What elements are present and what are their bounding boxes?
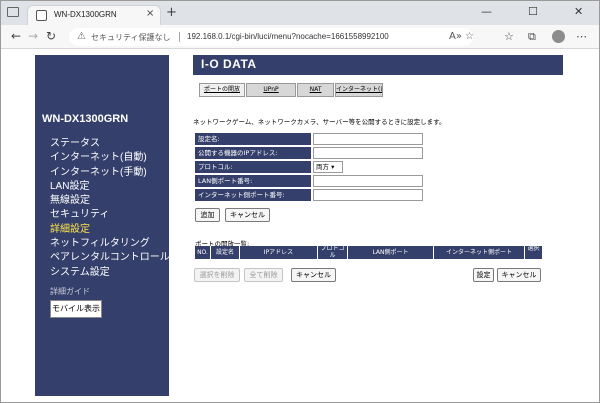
back-icon[interactable]: ← (11, 29, 21, 43)
ip-address-input[interactable] (313, 147, 423, 159)
form-row: 設定名: (195, 133, 423, 145)
model-name: WN-DX1300GRN (42, 113, 129, 125)
reload-icon[interactable]: ↻ (46, 29, 56, 43)
col-internet-port: インターネット側ポート (434, 246, 525, 259)
form-row: プロトコル: 両方 ▾ (195, 161, 423, 173)
sidebar-item-internet-manual[interactable]: インターネット(手動) (50, 166, 170, 180)
router-page: WN-DX1300GRN ステータス インターネット(自動) インターネット(手… (1, 49, 599, 402)
sidebar-item-system[interactable]: システム設定 (50, 266, 170, 280)
delete-selected-button[interactable]: 選択を削除 (194, 268, 240, 282)
url-text[interactable]: 192.168.0.1/cgi-bin/luci/menu?nocache=16… (187, 32, 389, 41)
browser-tab[interactable]: WN-DX1300GRN × (27, 5, 161, 25)
col-name: 設定名 (211, 246, 240, 259)
read-aloud-icon[interactable]: A» (449, 31, 462, 42)
sidebar-item-status[interactable]: ステータス (50, 137, 170, 151)
list-cancel-button[interactable]: キャンセル (291, 268, 336, 282)
favorite-star-icon[interactable]: ☆ (465, 31, 474, 42)
ip-address-label: 公開する機器のIPアドレス: (195, 147, 311, 159)
lan-port-label: LAN側ポート番号: (195, 175, 311, 187)
page-favicon-icon (36, 10, 47, 21)
address-row: ← → ↻ ⚠ セキュリティ保護なし 192.168.0.1/cgi-bin/l… (1, 25, 599, 49)
protocol-select[interactable]: 両方 ▾ (313, 161, 343, 173)
tab-strip: WN-DX1300GRN × + — ☐ ✕ (1, 1, 599, 25)
new-tab-icon[interactable]: + (166, 5, 177, 20)
more-menu-icon[interactable]: ⋯ (576, 30, 587, 43)
setting-name-label: 設定名: (195, 133, 311, 145)
tab-internet-auto[interactable]: インターネット(自動) (335, 83, 383, 97)
address-bar[interactable]: ⚠ セキュリティ保護なし 192.168.0.1/cgi-bin/luci/me… (69, 28, 474, 46)
sidebar-item-security[interactable]: セキュリティ (50, 208, 170, 222)
form-cancel-button[interactable]: キャンセル (225, 208, 270, 222)
apply-button[interactable]: 設定 (473, 268, 494, 282)
bottom-cancel-button[interactable]: キャンセル (497, 268, 541, 282)
sidebar-item-parental-control[interactable]: ペアレンタルコントロール (50, 251, 170, 265)
sidebar-item-net-filtering[interactable]: ネットフィルタリング (50, 237, 170, 251)
iodata-logo: I-O DATA (201, 57, 257, 71)
forward-icon[interactable]: → (28, 29, 38, 43)
sidebar-item-lan[interactable]: LAN設定 (50, 180, 170, 194)
delete-all-button[interactable]: 全て削除 (244, 268, 283, 282)
tab-close-icon[interactable]: × (146, 8, 154, 19)
profile-avatar[interactable] (552, 30, 565, 43)
brand-banner: I-O DATA (193, 55, 563, 75)
warning-icon[interactable]: ⚠ (77, 31, 86, 42)
favorites-icon[interactable]: ☆ (504, 30, 514, 43)
protocol-label: プロトコル: (195, 161, 311, 173)
collections-icon[interactable]: ⧉ (528, 30, 536, 44)
tab-port-forwarding[interactable]: ポートの開放 (199, 83, 245, 97)
intro-text: ネットワークゲーム、ネットワークカメラ、サーバー等を公開するときに設定します。 (193, 118, 446, 126)
sidebar: WN-DX1300GRN ステータス インターネット(自動) インターネット(手… (35, 55, 170, 396)
separator (179, 32, 180, 42)
form-row: LAN側ポート番号: (195, 175, 423, 187)
internet-port-label: インターネット側ポート番号: (195, 189, 311, 201)
detail-guide-link[interactable]: 詳細ガイド (50, 286, 90, 297)
add-button[interactable]: 追加 (195, 208, 220, 222)
close-window-icon[interactable]: ✕ (574, 5, 583, 18)
form-row: インターネット側ポート番号: (195, 189, 423, 201)
col-select: 選択 (527, 246, 540, 252)
browser-window: WN-DX1300GRN × + — ☐ ✕ ← → ↻ ⚠ セキュリティ保護な… (0, 0, 600, 403)
sidebar-menu: ステータス インターネット(自動) インターネット(手動) LAN設定 無線設定… (50, 137, 170, 280)
minimize-icon[interactable]: — (481, 5, 492, 18)
lan-port-input[interactable] (313, 175, 423, 187)
list-header: NO. 設定名 IPアドレス プロトコル LAN側ポート インターネット側ポート… (195, 246, 542, 259)
tab-upnp[interactable]: UPnP (246, 83, 296, 97)
sidebar-item-internet-auto[interactable]: インターネット(自動) (50, 151, 170, 165)
tab-title: WN-DX1300GRN (54, 10, 117, 19)
form-row: 公開する機器のIPアドレス: (195, 147, 423, 159)
col-lan-port: LAN側ポート (348, 246, 434, 259)
col-protocol: プロトコル (318, 246, 348, 259)
col-ip: IPアドレス (240, 246, 318, 259)
sidebar-item-advanced[interactable]: 詳細設定 (50, 223, 170, 237)
internet-port-input[interactable] (313, 189, 423, 201)
setting-name-input[interactable] (313, 133, 423, 145)
col-no: NO. (195, 246, 211, 259)
tab-actions-icon[interactable] (7, 7, 19, 17)
security-status[interactable]: セキュリティ保護なし (91, 32, 171, 43)
mobile-view-button[interactable]: モバイル表示 (50, 300, 102, 318)
maximize-icon[interactable]: ☐ (528, 5, 538, 18)
tab-nat[interactable]: NAT (297, 83, 334, 97)
sidebar-item-wireless[interactable]: 無線設定 (50, 194, 170, 208)
